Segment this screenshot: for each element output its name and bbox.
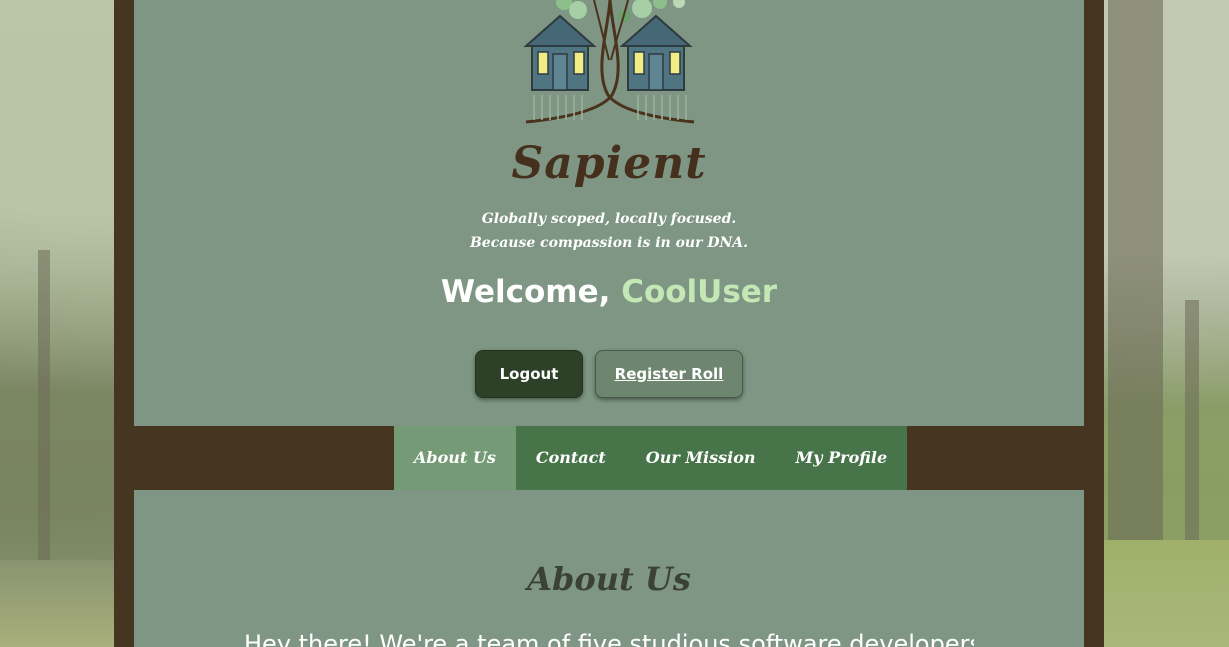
about-section: About Us Hey there! We're a team of five… xyxy=(134,490,1084,647)
welcome-username: CoolUser xyxy=(621,274,778,310)
park-ground-left xyxy=(0,560,114,647)
page-frame: Sapient Globally scoped, locally focused… xyxy=(114,0,1104,647)
about-intro-text: Hey there! We're a team of five studious… xyxy=(244,630,974,647)
logo-tree-houses-icon xyxy=(524,0,695,124)
welcome-message: Welcome, CoolUser xyxy=(134,274,1084,310)
logout-button[interactable]: Logout xyxy=(475,350,583,398)
site-tagline: Globally scoped, locally focused. Becaus… xyxy=(469,211,749,251)
nav-item-my-profile[interactable]: My Profile xyxy=(775,426,908,490)
nav-item-our-mission[interactable]: Our Mission xyxy=(625,426,776,490)
register-roll-button[interactable]: Register Roll xyxy=(595,350,743,398)
park-ground-right xyxy=(1104,540,1229,647)
nav-item-contact[interactable]: Contact xyxy=(515,426,626,490)
nav-item-about-us[interactable]: About Us xyxy=(394,426,516,490)
welcome-prefix: Welcome, xyxy=(440,274,622,310)
tree-trunk-left xyxy=(38,250,50,610)
site-title: Sapient xyxy=(511,138,707,189)
about-heading: About Us xyxy=(527,560,691,598)
site-header: Sapient Globally scoped, locally focused… xyxy=(134,0,1084,426)
tree-trunk-right-small xyxy=(1185,300,1199,540)
main-nav: About Us Contact Our Mission My Profile xyxy=(394,426,908,490)
